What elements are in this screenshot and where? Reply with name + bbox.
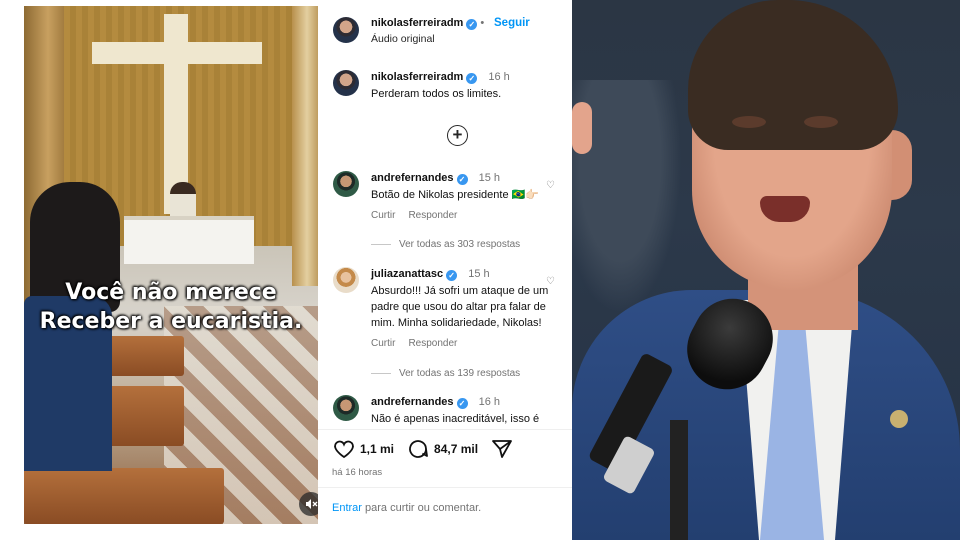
lapel-pin	[890, 410, 908, 428]
audio-label[interactable]: Áudio original	[371, 33, 435, 45]
video-caption-line: Você não merece	[65, 280, 277, 305]
verified-badge-icon: ✓	[456, 174, 468, 185]
comment-text: Botão de Nikolas presidente 🇧🇷👉🏻	[371, 189, 540, 201]
comment-text: Absurdo!!! Já sofri um ataque de um padr…	[371, 285, 549, 329]
likes-count[interactable]: 1,1 mi	[360, 442, 394, 456]
avatar[interactable]	[333, 267, 359, 293]
instagram-post-panel: nikolasferreiradm ✓ • Seguir Áudio origin…	[318, 0, 572, 540]
comments-count[interactable]: 84,7 mil	[434, 442, 478, 456]
username[interactable]: juliazanattasc	[371, 268, 443, 280]
politician-photo	[572, 0, 960, 540]
like-comment-button[interactable]: Curtir	[371, 338, 395, 349]
timestamp: 16 h	[478, 396, 501, 408]
eye	[804, 116, 838, 128]
post-time: há 16 horas	[332, 467, 383, 478]
microphone-pole	[670, 420, 688, 540]
avatar[interactable]	[333, 395, 359, 421]
altar-table	[124, 216, 254, 264]
heart-icon[interactable]	[332, 437, 356, 461]
reply-button[interactable]: Responder	[408, 338, 457, 349]
raised-hand	[572, 102, 592, 154]
church-pew	[24, 468, 224, 524]
view-replies-link[interactable]: Ver todas as 139 respostas	[371, 368, 520, 379]
view-replies-link[interactable]: Ver todas as 303 respostas	[371, 239, 520, 250]
avatar[interactable]	[333, 171, 359, 197]
avatar[interactable]	[333, 70, 359, 96]
timestamp: 16 h	[488, 71, 510, 83]
verified-badge-icon: ✓	[466, 73, 478, 84]
action-bar: 1,1 mi 84,7 mil	[332, 437, 514, 461]
add-comment-prompt: Entrar para curtir ou comentar.	[332, 502, 481, 514]
video-caption: Você não merece Receber a eucaristia.	[24, 278, 318, 336]
plus-circle-icon[interactable]: +	[447, 125, 468, 146]
username[interactable]: nikolasferreiradm	[371, 71, 463, 83]
hair	[688, 0, 898, 150]
username[interactable]: andrefernandes	[371, 396, 454, 408]
comment-text: Não é apenas inacreditável, isso é	[371, 413, 540, 425]
username[interactable]: nikolasferreiradm	[371, 17, 463, 29]
post-author[interactable]: nikolasferreiradm ✓ •	[371, 17, 484, 30]
speaker-muted-icon[interactable]	[299, 492, 318, 516]
eye	[732, 116, 766, 128]
comment-actions: Curtir Responder	[371, 210, 457, 221]
verified-badge-icon: ✓	[456, 398, 468, 409]
comment-actions: Curtir Responder	[371, 338, 457, 349]
heart-icon[interactable]: ♡	[546, 180, 555, 191]
login-link[interactable]: Entrar	[332, 502, 362, 514]
post-video[interactable]: Você não merece Receber a eucaristia.	[24, 6, 318, 524]
verified-badge-icon: ✓	[466, 19, 478, 30]
comment-author: andrefernandes ✓ 16 h	[371, 396, 500, 409]
timestamp: 15 h	[478, 172, 501, 184]
verified-badge-icon: ✓	[446, 270, 458, 281]
timestamp: 15 h	[468, 268, 490, 280]
reply-button[interactable]: Responder	[408, 210, 457, 221]
comment-author: juliazanattasc ✓ 15 h	[371, 268, 490, 281]
follow-button[interactable]: Seguir	[494, 17, 530, 29]
comment-author: andrefernandes ✓ 15 h	[371, 172, 500, 185]
username[interactable]: andrefernandes	[371, 172, 454, 184]
divider	[318, 487, 572, 488]
avatar[interactable]	[333, 17, 359, 43]
comment-bubble-icon[interactable]	[406, 437, 430, 461]
church-pillar-right	[292, 6, 318, 286]
heart-icon[interactable]: ♡	[546, 276, 555, 287]
video-caption-line: Receber a eucaristia.	[39, 309, 303, 334]
altar-cross-bar	[92, 42, 262, 64]
divider	[318, 429, 572, 430]
send-icon[interactable]	[490, 437, 514, 461]
caption-text: Perderam todos os limites.	[371, 88, 502, 100]
like-comment-button[interactable]: Curtir	[371, 210, 395, 221]
add-comment-text: para curtir ou comentar.	[365, 502, 482, 514]
caption-author: nikolasferreiradm ✓ 16 h	[371, 71, 510, 84]
